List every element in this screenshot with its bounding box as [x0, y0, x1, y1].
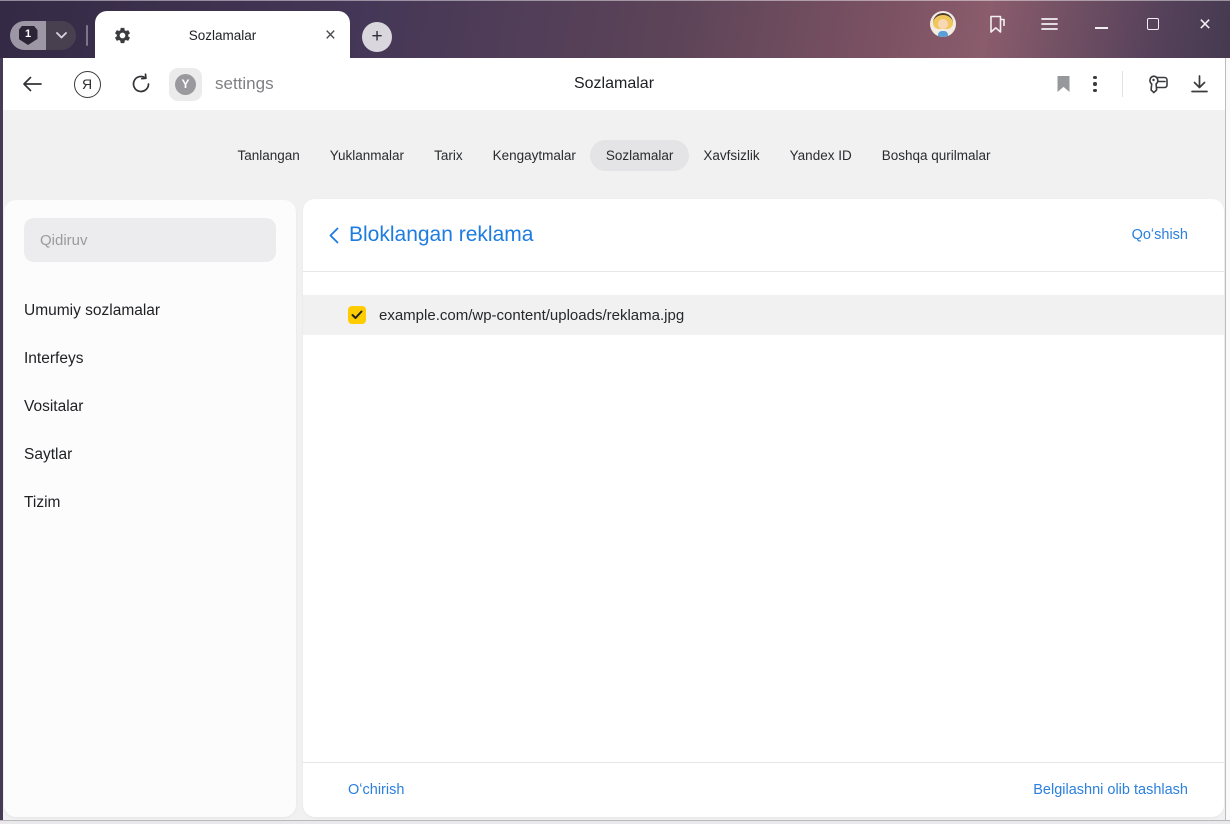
- tab-counter-segment[interactable]: 1: [10, 21, 46, 50]
- sidebar-item-vositalar[interactable]: Vositalar: [24, 388, 276, 426]
- settings-nav: Tanlangan Yuklanmalar Tarix Kengaytmalar…: [3, 110, 1225, 200]
- toolbar-right-cluster: [1046, 71, 1225, 97]
- sidebar-item-saytlar[interactable]: Saytlar: [24, 436, 276, 474]
- tab-counter-dropdown[interactable]: [46, 21, 76, 50]
- passwords-key-icon[interactable]: [1135, 73, 1179, 95]
- window-edge-bottom: [0, 820, 1230, 824]
- chevron-down-icon: [55, 32, 67, 39]
- main-header: Bloklangan reklama Qoʻshish: [303, 199, 1224, 272]
- main-footer: Oʻchirish Belgilashni olib tashlash: [303, 762, 1224, 817]
- main-panel: Bloklangan reklama Qoʻshish example.com/…: [303, 199, 1224, 817]
- tab-title: Sozlamalar: [188, 27, 257, 43]
- nav-tarix[interactable]: Tarix: [434, 148, 463, 163]
- blocked-ads-list: example.com/wp-content/uploads/reklama.j…: [303, 273, 1224, 762]
- sidebar-item-interfeys[interactable]: Interfeys: [24, 340, 276, 378]
- collections-flag-icon[interactable]: [986, 11, 1008, 37]
- nav-yuklanmalar[interactable]: Yuklanmalar: [330, 148, 404, 163]
- window-edge-right: [1225, 58, 1230, 824]
- nav-xavfsizlik[interactable]: Xavfsizlik: [703, 148, 759, 163]
- new-tab-button[interactable]: +: [362, 22, 392, 52]
- kebab-menu-icon[interactable]: [1080, 75, 1110, 93]
- gear-icon: [115, 27, 130, 43]
- sidebar-item-umumiy-sozlamalar[interactable]: Umumiy sozlamalar: [24, 292, 276, 330]
- profile-avatar[interactable]: [930, 11, 956, 37]
- window-edge-left: [0, 58, 3, 824]
- list-item[interactable]: example.com/wp-content/uploads/reklama.j…: [303, 295, 1224, 335]
- tabstrip-divider: [86, 25, 88, 46]
- sidebar-list: Umumiy sozlamalar Interfeys Vositalar Sa…: [24, 292, 276, 532]
- sidebar-item-tizim[interactable]: Tizim: [24, 484, 276, 522]
- hamburger-menu-icon[interactable]: [1038, 11, 1060, 37]
- toolbar-divider: [1122, 71, 1123, 97]
- address-bar-text[interactable]: settings: [215, 74, 274, 94]
- tab-count-shield-icon: 1: [18, 26, 38, 45]
- tab-counter-button[interactable]: 1: [10, 21, 76, 50]
- tab-close-icon[interactable]: ×: [325, 26, 336, 45]
- window-controls: ×: [930, 9, 1216, 39]
- delete-link[interactable]: Oʻchirish: [348, 782, 404, 798]
- browser-window: 1 Sozlamalar × + × Я Y settings Sozlamal…: [0, 0, 1230, 824]
- add-link[interactable]: Qoʻshish: [1132, 227, 1188, 243]
- back-chevron-icon[interactable]: [323, 224, 345, 246]
- avatar-face: [938, 19, 948, 29]
- download-icon[interactable]: [1179, 74, 1219, 94]
- nav-sozlamalar-active[interactable]: Sozlamalar: [589, 139, 690, 171]
- check-icon: [351, 310, 363, 319]
- minimize-icon[interactable]: [1090, 11, 1112, 37]
- avatar-body: [938, 31, 948, 37]
- nav-kengaytmalar[interactable]: Kengaytmalar: [493, 148, 576, 163]
- toolbar: Я Y settings Sozlamalar: [3, 58, 1225, 110]
- nav-yandex-id[interactable]: Yandex ID: [790, 148, 852, 163]
- yandex-logo-icon[interactable]: Я: [61, 70, 113, 98]
- site-badge-icon[interactable]: Y: [169, 67, 202, 101]
- settings-sidebar: Umumiy sozlamalar Interfeys Vositalar Sa…: [4, 200, 296, 817]
- maximize-icon[interactable]: [1142, 11, 1164, 37]
- nav-boshqa-qurilmalar[interactable]: Boshqa qurilmalar: [882, 148, 991, 163]
- section-title: Bloklangan reklama: [349, 223, 534, 246]
- close-icon[interactable]: ×: [1194, 11, 1216, 37]
- tab-count: 1: [24, 28, 32, 40]
- tab-strip: 1 Sozlamalar × + ×: [0, 0, 1230, 59]
- search-input[interactable]: [24, 218, 276, 262]
- tab-sozlamalar[interactable]: Sozlamalar ×: [95, 11, 350, 59]
- refresh-icon[interactable]: [113, 73, 169, 95]
- bookmark-icon[interactable]: [1046, 75, 1080, 93]
- back-arrow-icon[interactable]: [3, 75, 61, 93]
- clear-selection-link[interactable]: Belgilashni olib tashlash: [1033, 782, 1188, 798]
- blocked-url: example.com/wp-content/uploads/reklama.j…: [379, 306, 685, 324]
- row-checkbox[interactable]: [348, 306, 366, 324]
- nav-tanlangan[interactable]: Tanlangan: [237, 148, 299, 163]
